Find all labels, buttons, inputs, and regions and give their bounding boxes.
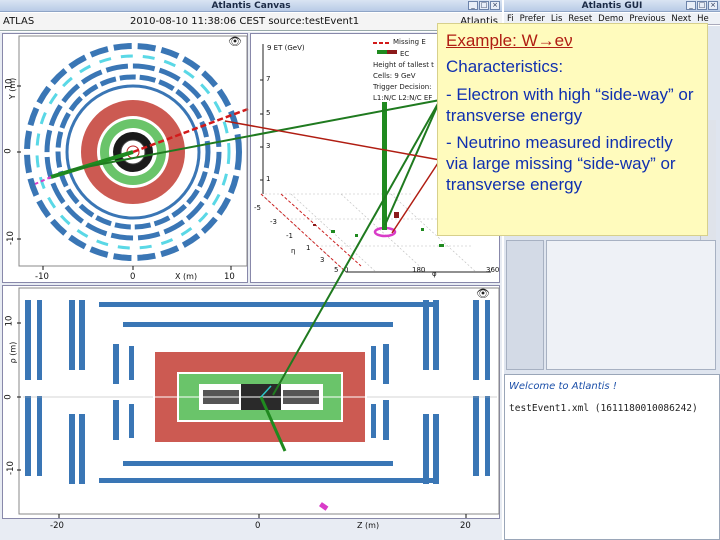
annotation-note: Example: W→eν Characteristics: - Electro… — [437, 23, 708, 236]
annotation-bullet-neutrino: - Neutrino measured indirectly via large… — [446, 133, 676, 194]
annotation-title: Example: W→eν — [446, 31, 573, 50]
annotation-subtitle: Characteristics: — [446, 57, 564, 76]
screen: Atlantis Canvas _ □ × Atlantis GUI _ □ ×… — [0, 0, 720, 540]
annotation-bullet-electron: - Electron with high “side-way” or trans… — [446, 85, 694, 125]
